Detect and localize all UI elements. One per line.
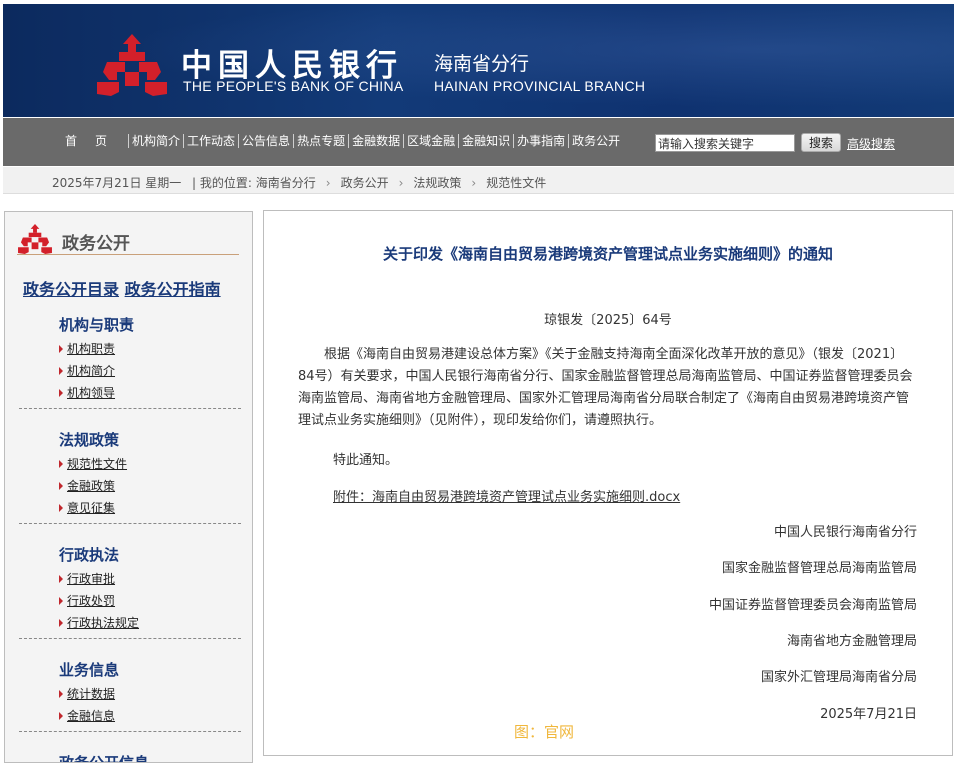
signatory: 国家金融监督管理总局海南监管局 <box>721 561 917 576</box>
advanced-search-link[interactable]: 高级搜索 <box>847 135 895 152</box>
sidebar-group-title: 行政执法 <box>59 546 120 564</box>
article-title: 关于印发《海南自由贸易港跨境资产管理试点业务实施细则》的通知 <box>382 245 833 263</box>
sidebar-group-enforcement: 行政执法 行政审批 行政处罚 行政执法规定 <box>59 544 244 634</box>
sidebar-item-approval[interactable]: 行政审批 <box>59 568 244 590</box>
signing-date: 2025年7月21日 <box>820 707 917 722</box>
breadcrumb-bar: 2025年7月21日 星期一 | 我的位置: 海南省分行 › 政务公开 › 法规政策 › 规… <box>3 167 954 194</box>
sidebar-item-normative-docs[interactable]: 规范性文件 <box>59 453 244 475</box>
main-nav-bar: 首页 机构简介 工作动态 公告信息 热点专题 金融数据 区域金融 金融知识 办事… <box>3 118 954 166</box>
sidebar-group-organization: 机构与职责 机构职责 机构简介 机构领导 <box>59 314 244 404</box>
breadcrumb-item-branch[interactable]: 海南省分行 <box>256 176 316 190</box>
site-banner: 中国人民银行 海南省分行 THE PEOPLE'S BANK OF CHINA … <box>3 4 954 117</box>
article-notice: 特此通知。 <box>333 453 399 468</box>
guide-link[interactable]: 政务公开指南 <box>125 280 221 299</box>
signatory: 中国证券监督管理委员会海南监管局 <box>708 598 917 613</box>
bank-name-en: THE PEOPLE'S BANK OF CHINA <box>183 78 404 94</box>
sidebar-group-business: 业务信息 统计数据 金融信息 <box>59 659 244 727</box>
branch-name-cn: 海南省分行 <box>434 53 530 75</box>
document-number: 琼银发〔2025〕64号 <box>544 313 672 328</box>
sidebar-item-profile[interactable]: 机构简介 <box>59 360 244 382</box>
sidebar-item-financial-info[interactable]: 金融信息 <box>59 705 244 727</box>
sidebar-top-links: 政务公开目录 政务公开指南 <box>23 276 221 300</box>
breadcrumb-separator-icon: › <box>398 176 404 190</box>
nav-financial-knowledge[interactable]: 金融知识 <box>459 134 515 148</box>
breadcrumb: | 我的位置: 海南省分行 › 政务公开 › 法规政策 › 规范性文件 <box>192 174 546 191</box>
nav-about[interactable]: 机构简介 <box>129 134 185 148</box>
sidebar-item-enforcement-rules[interactable]: 行政执法规定 <box>59 612 244 634</box>
nav-news[interactable]: 工作动态 <box>184 134 240 148</box>
nav-topics[interactable]: 热点专题 <box>294 134 350 148</box>
nav-government-affairs[interactable]: 政务公开 <box>569 134 623 148</box>
sidebar-item-statistics[interactable]: 统计数据 <box>59 683 244 705</box>
catalog-link[interactable]: 政务公开目录 <box>23 280 119 299</box>
nav-service-guide[interactable]: 办事指南 <box>514 134 570 148</box>
sidebar-group-title: 机构与职责 <box>59 316 135 334</box>
sidebar-item-duties[interactable]: 机构职责 <box>59 338 244 360</box>
nav-financial-data[interactable]: 金融数据 <box>349 134 405 148</box>
sidebar-item-financial-policy[interactable]: 金融政策 <box>59 475 244 497</box>
sidebar-divider <box>19 638 241 639</box>
sidebar-group-title: 法规政策 <box>59 431 120 449</box>
signatory: 海南省地方金融管理局 <box>786 634 917 649</box>
sidebar-group-title: 政务公开信息 <box>59 754 150 763</box>
sidebar-divider <box>19 523 241 524</box>
search-button[interactable]: 搜索 <box>801 133 841 152</box>
sidebar-title: 政务公开 <box>62 234 130 254</box>
main-nav: 首页 机构简介 工作动态 公告信息 热点专题 金融数据 区域金融 金融知识 办事… <box>61 134 623 148</box>
nav-home[interactable]: 首页 <box>61 134 130 148</box>
article-body: 根据《海南自由贸易港建设总体方案》《关于金融支持海南全面深化改革开放的意见》（银… <box>298 347 913 428</box>
sidebar-divider <box>19 408 241 409</box>
nav-regional-finance[interactable]: 区域金融 <box>404 134 460 148</box>
sidebar-group-disclosure: 政务公开信息 <box>59 752 244 763</box>
pboc-emblem-icon <box>18 223 52 255</box>
sidebar-group-policy: 法规政策 规范性文件 金融政策 意见征集 <box>59 429 244 519</box>
pboc-logo-icon[interactable] <box>95 32 169 98</box>
branch-name-en: HAINAN PROVINCIAL BRANCH <box>434 78 646 94</box>
sidebar-title-rule <box>17 254 239 255</box>
nav-announcements[interactable]: 公告信息 <box>239 134 295 148</box>
breadcrumb-separator-icon: › <box>325 176 331 190</box>
signatory: 中国人民银行海南省分行 <box>773 525 917 540</box>
sidebar-item-leaders[interactable]: 机构领导 <box>59 382 244 404</box>
breadcrumb-item-current: 规范性文件 <box>486 176 547 190</box>
image-credit: 图：官网 <box>514 723 575 741</box>
sidebar-header: 政务公开 <box>5 212 252 258</box>
sidebar-item-penalty[interactable]: 行政处罚 <box>59 590 244 612</box>
sidebar: 政务公开 政务公开目录 政务公开指南 机构与职责 机构职责 机构简介 机构领导 … <box>4 211 253 763</box>
sidebar-group-title: 业务信息 <box>59 661 120 679</box>
attachment-link[interactable]: 附件：海南自由贸易港跨境资产管理试点业务实施细则.docx <box>333 486 680 505</box>
location-label: | 我的位置: <box>192 176 252 190</box>
breadcrumb-separator-icon: › <box>471 176 477 190</box>
sidebar-divider <box>19 731 241 732</box>
search-input[interactable] <box>655 134 795 152</box>
sidebar-item-consultation[interactable]: 意见征集 <box>59 497 244 519</box>
signatory: 国家外汇管理局海南省分局 <box>760 670 917 685</box>
breadcrumb-item-policy[interactable]: 法规政策 <box>413 176 461 190</box>
current-date: 2025年7月21日 星期一 <box>52 176 182 190</box>
breadcrumb-item-affairs[interactable]: 政务公开 <box>341 176 389 190</box>
article-panel: 关于印发《海南自由贸易港跨境资产管理试点业务实施细则》的通知 琼银发〔2025〕… <box>263 210 953 756</box>
